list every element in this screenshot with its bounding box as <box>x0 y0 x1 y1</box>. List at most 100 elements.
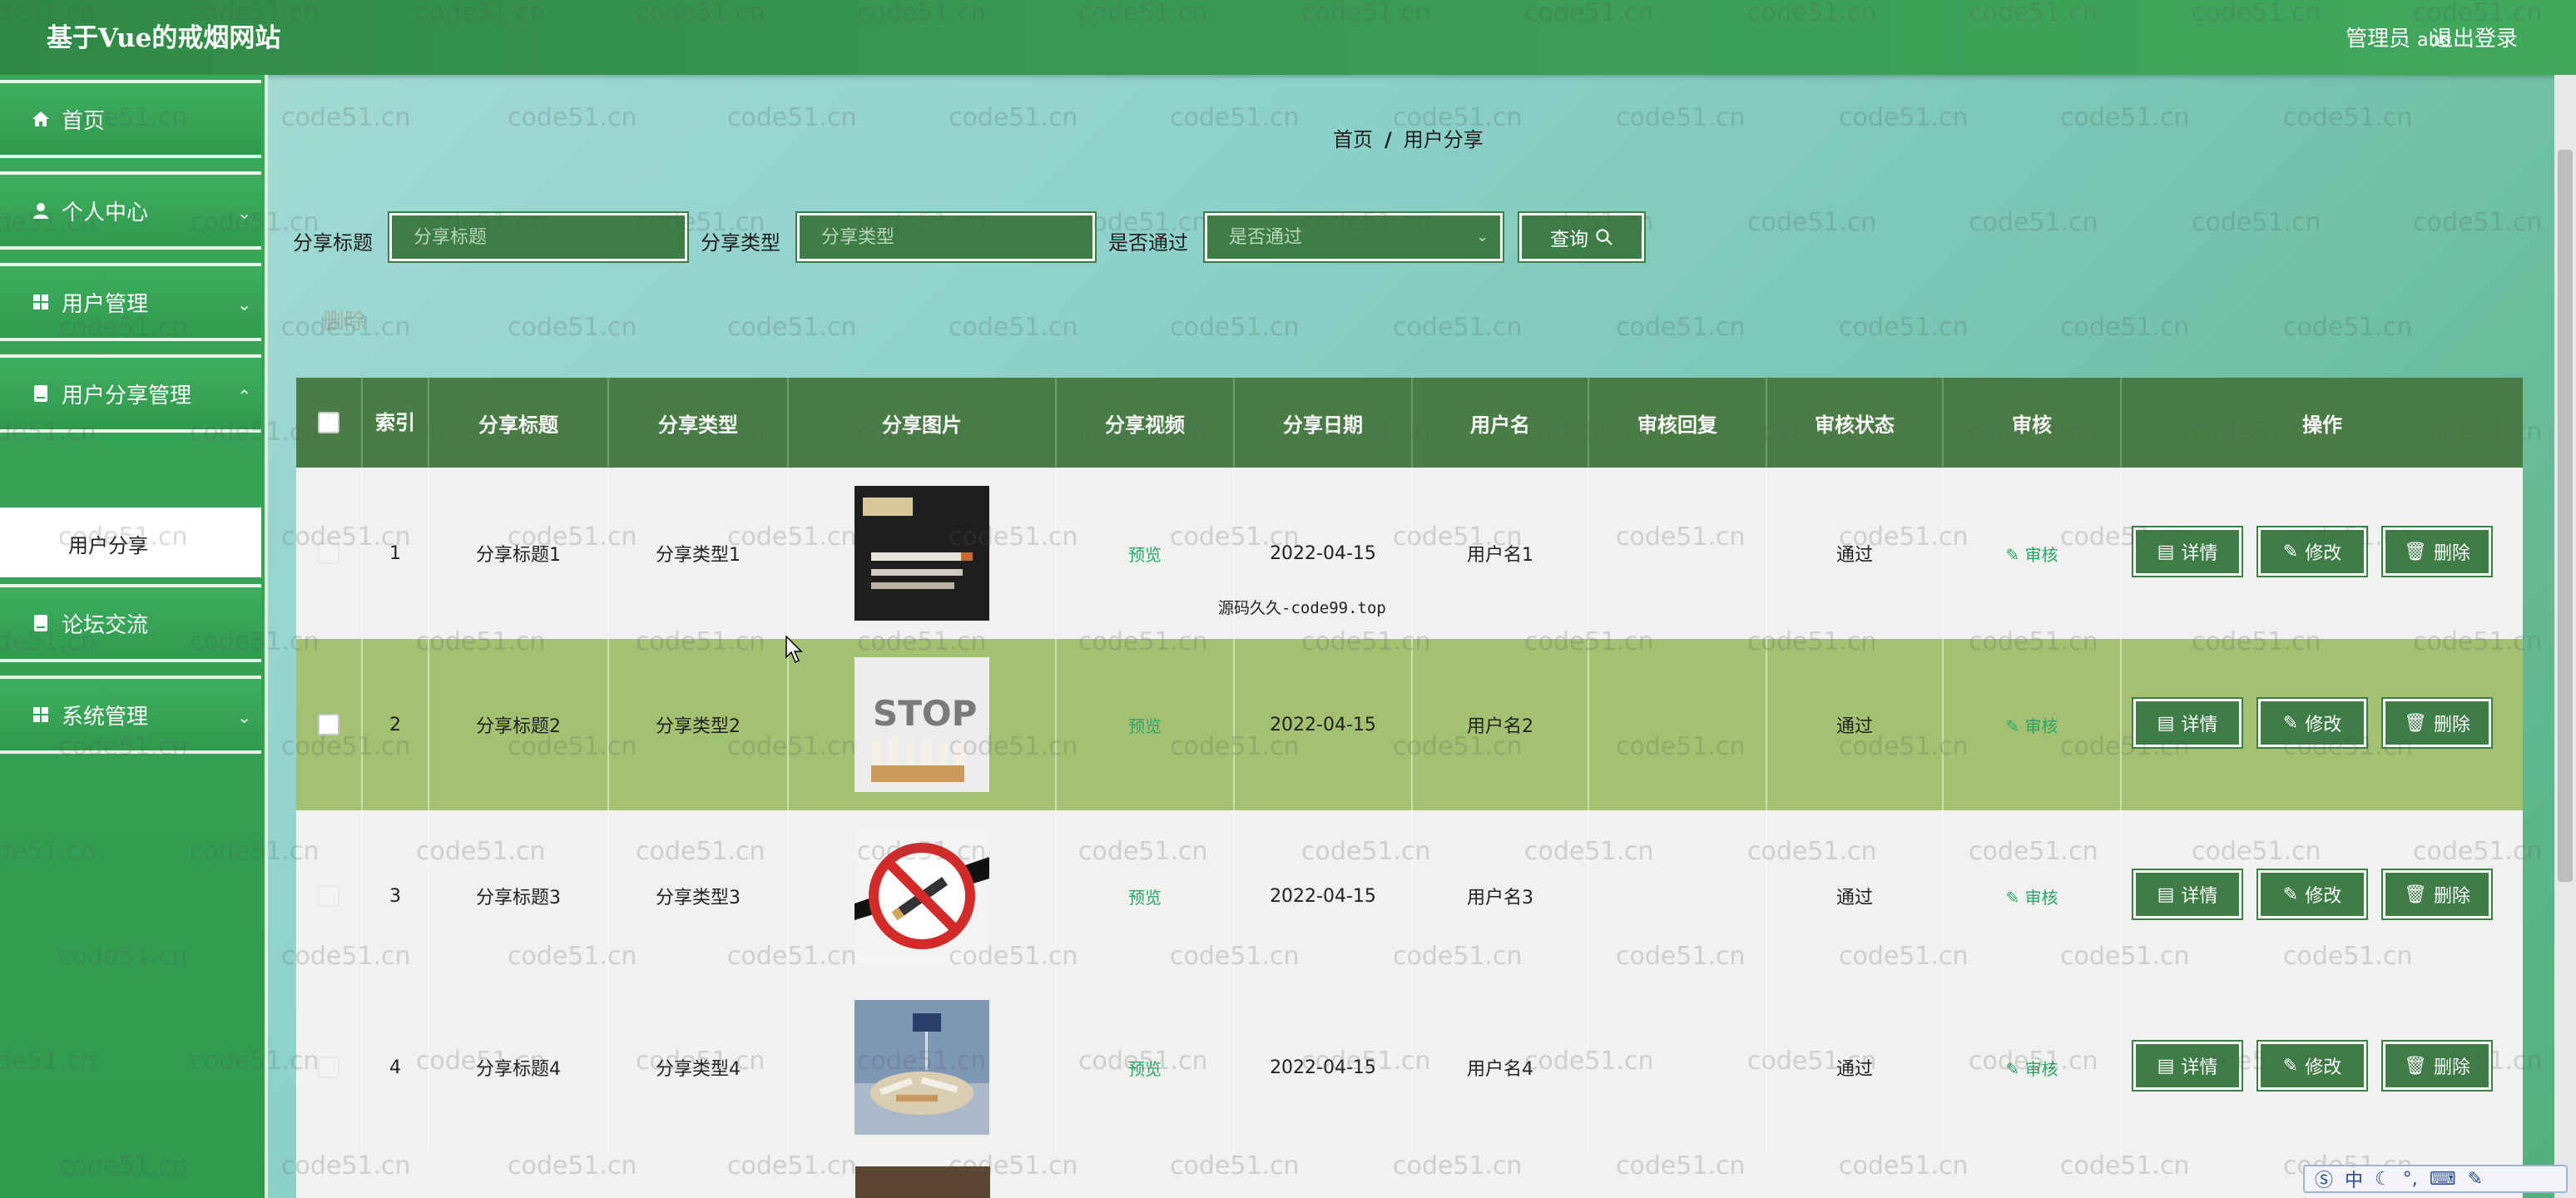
row-image-cell <box>789 810 1057 982</box>
bulk-delete-button[interactable]: 删除 <box>323 304 366 335</box>
sidebar-item-home[interactable]: 首页 <box>0 80 261 158</box>
chevron-down-icon: ⌄ <box>237 203 251 223</box>
sidebar-item-share-management[interactable]: 用户分享管理 ⌃ <box>0 354 261 433</box>
col-header-index: 索引 <box>363 378 429 468</box>
share-image-thumbnail[interactable] <box>855 1000 989 1135</box>
row-type: 分享类型4 <box>609 982 789 1153</box>
breadcrumb-home[interactable]: 首页 <box>1333 128 1373 151</box>
scrollbar-thumb[interactable] <box>2558 150 2573 882</box>
book-icon <box>32 384 50 403</box>
edit-icon: ✎ <box>2282 1055 2299 1077</box>
edit-button[interactable]: ✎ 修改 <box>2256 869 2368 920</box>
row-video-preview: 预览 <box>1057 810 1235 982</box>
edit-button[interactable]: ✎ 修改 <box>2256 697 2368 749</box>
moon-icon: ☾ <box>2375 1168 2391 1190</box>
edit-icon: ✎ <box>2282 541 2299 562</box>
document-icon: ▤ <box>2157 884 2175 905</box>
logout-link[interactable]: 退出登录 <box>2431 22 2518 52</box>
share-image-thumbnail[interactable] <box>855 829 989 963</box>
audit-link[interactable]: ✎ 审核 <box>2005 713 2058 737</box>
edit-icon: ✎ <box>2282 884 2299 905</box>
pass-label: 是否通过 <box>1108 231 1188 255</box>
video-preview-link[interactable]: 预览 <box>1128 884 1162 908</box>
sidebar-item-user-management[interactable]: 用户管理 ⌄ <box>0 263 261 341</box>
row-actions: ▤ 详情 ✎ 修改 🗑 删除 <box>2122 468 2523 639</box>
edit-button[interactable]: ✎ 修改 <box>2256 526 2368 577</box>
share-title-input[interactable] <box>388 211 689 263</box>
document-icon: ▤ <box>2157 712 2175 734</box>
share-type-input[interactable] <box>795 211 1097 263</box>
video-preview-link[interactable]: 预览 <box>1128 713 1162 737</box>
breadcrumb-separator: / <box>1385 128 1392 151</box>
detail-button[interactable]: ▤ 详情 <box>2132 1040 2243 1092</box>
select-all-checkbox[interactable] <box>318 412 339 433</box>
row-reply <box>1589 639 1767 810</box>
sidebar-subitem-user-share[interactable]: 用户分享 <box>0 507 261 577</box>
delete-button[interactable]: 🗑 删除 <box>2381 526 2493 577</box>
row-video-preview: 预览 <box>1057 639 1235 810</box>
row-checkbox[interactable] <box>318 885 339 907</box>
audit-link[interactable]: ✎ 审核 <box>2005 884 2058 908</box>
col-header-status: 审核状态 <box>1767 378 1944 468</box>
breadcrumb: 首页 / 用户分享 <box>1333 123 1484 152</box>
video-preview-link[interactable]: 预览 <box>1128 542 1162 566</box>
ime-toolbar[interactable]: Ⓢ 中 ☾ °, ⌨ ✎ <box>2303 1165 2568 1193</box>
share-title-label: 分享标题 <box>293 231 373 255</box>
chevron-down-icon: ⌄ <box>237 707 251 727</box>
chevron-down-icon: ⌄ <box>237 295 251 314</box>
row-type: 分享类型2 <box>609 639 789 810</box>
admin-label: 管理员 <box>2346 27 2411 52</box>
row-actions: ▤ 详情 ✎ 修改 🗑 删除 <box>2122 810 2523 982</box>
row-checkbox[interactable] <box>318 542 339 564</box>
row-user: 用户名3 <box>1413 810 1589 982</box>
query-button[interactable]: 查询 <box>1518 211 1646 263</box>
audit-link[interactable]: ✎ 审核 <box>2005 542 2058 566</box>
sidebar-item-system[interactable]: 系统管理 ⌄ <box>0 676 261 754</box>
detail-button[interactable]: ▤ 详情 <box>2132 869 2243 920</box>
share-image-thumbnail[interactable] <box>855 1166 990 1198</box>
sidebar-item-label: 系统管理 <box>62 704 149 730</box>
table-row-partial <box>296 1153 2523 1198</box>
edit-icon: ✎ <box>2282 712 2299 734</box>
row-video-preview: 预览 <box>1057 468 1235 639</box>
chevron-down-icon: ⌄ <box>1476 228 1489 245</box>
share-image-thumbnail[interactable]: STOP <box>855 657 989 792</box>
detail-button[interactable]: ▤ 详情 <box>2132 697 2243 749</box>
audit-link[interactable]: ✎ 审核 <box>2005 1056 2058 1080</box>
delete-button[interactable]: 🗑 删除 <box>2381 697 2493 749</box>
edit-icon: ✎ <box>2005 1058 2025 1079</box>
col-header-audit: 审核 <box>1944 378 2122 468</box>
sidebar-item-personal-center[interactable]: 个人中心 ⌄ <box>0 171 261 250</box>
ime-mode[interactable]: 中 <box>2345 1166 2363 1192</box>
trash-icon: 🗑 <box>2404 712 2427 734</box>
col-header-reply: 审核回复 <box>1589 378 1767 468</box>
delete-button[interactable]: 🗑 删除 <box>2381 1040 2493 1092</box>
row-audit: ✎ 审核 <box>1944 982 2122 1153</box>
delete-button[interactable]: 🗑 删除 <box>2381 869 2493 920</box>
row-image-cell: STOP <box>789 639 1057 810</box>
share-image-thumbnail[interactable] <box>855 486 989 621</box>
detail-button[interactable]: ▤ 详情 <box>2132 526 2243 577</box>
sidebar-item-label: 论坛交流 <box>62 612 149 638</box>
video-preview-link[interactable]: 预览 <box>1128 1056 1162 1080</box>
row-title: 分享标题3 <box>429 810 609 982</box>
scrollbar[interactable] <box>2554 75 2576 1198</box>
row-title: 分享标题1 <box>429 468 609 639</box>
home-icon <box>32 110 50 128</box>
row-audit: ✎ 审核 <box>1944 639 2122 810</box>
row-user: 用户名2 <box>1413 639 1589 810</box>
table-header: 索引 分享标题 分享类型 分享图片 分享视频 分享日期 用户名 审核回复 审核状… <box>296 378 2523 468</box>
row-checkbox[interactable] <box>318 714 339 735</box>
pass-select[interactable] <box>1203 211 1504 263</box>
sidebar-item-forum[interactable]: 论坛交流 <box>0 584 261 662</box>
punctuation-icon: °, <box>2402 1168 2418 1190</box>
tools-icon: ✎ <box>2467 1168 2483 1190</box>
svg-text:STOP: STOP <box>873 693 977 734</box>
row-actions: ▤ 详情 ✎ 修改 🗑 删除 <box>2122 639 2523 810</box>
row-index: 1 <box>363 468 429 639</box>
ime-logo-icon: Ⓢ <box>2315 1171 2334 1191</box>
edit-button[interactable]: ✎ 修改 <box>2256 1040 2368 1092</box>
col-header-user: 用户名 <box>1413 378 1589 468</box>
row-checkbox[interactable] <box>318 1057 339 1078</box>
top-bar: 基于Vue的戒烟网站 管理员 abo 退出登录 <box>0 0 2576 75</box>
